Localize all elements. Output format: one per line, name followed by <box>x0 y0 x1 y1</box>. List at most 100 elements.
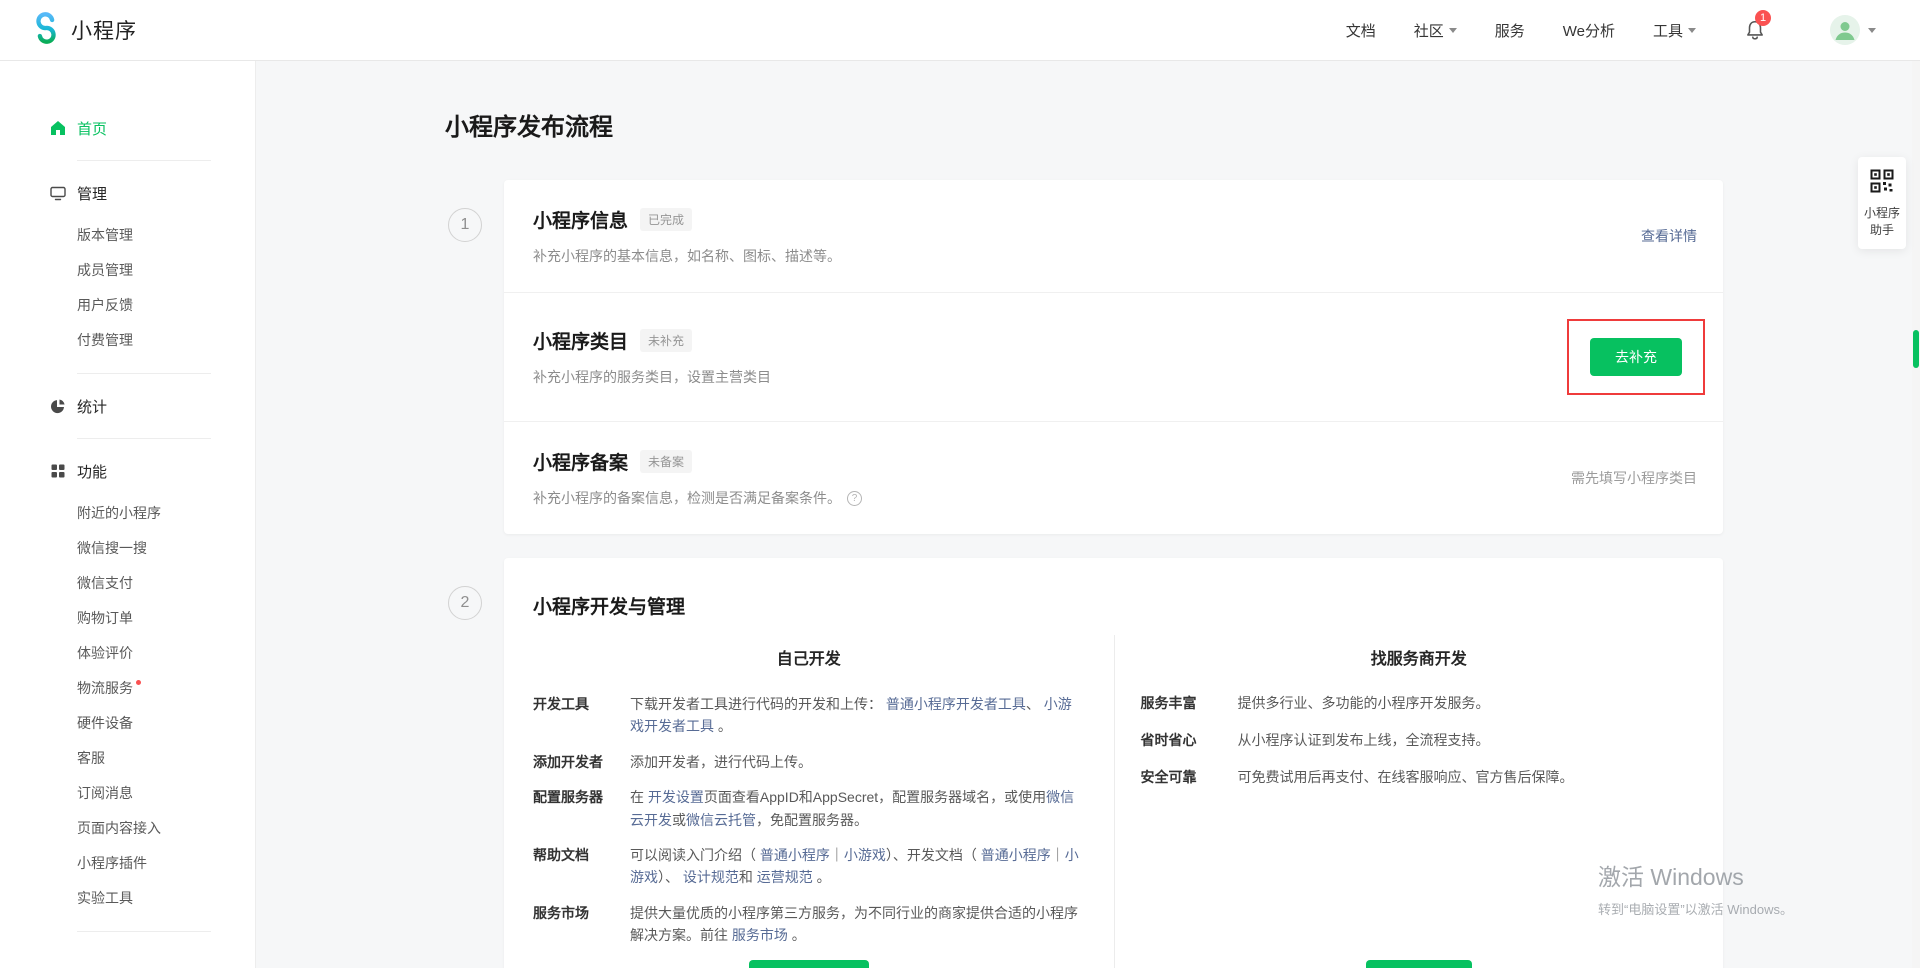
sidebar-item-wechat-search[interactable]: 微信搜一搜 <box>0 531 255 566</box>
status-badge-not-filed: 未备案 <box>640 450 692 473</box>
divider <box>77 160 211 161</box>
dev-row-label: 配置服务器 <box>533 786 630 831</box>
dev-row-label: 添加开发者 <box>533 751 630 773</box>
svc-row-rich-services: 服务丰富 提供多行业、多功能的小程序开发服务。 <box>1115 693 1724 714</box>
sidebar-item-payment-management[interactable]: 付费管理 <box>0 323 255 358</box>
assistant-label-line1: 小程序 <box>1864 205 1900 222</box>
sidebar-section-label: 统计 <box>77 396 107 417</box>
chevron-down-icon <box>1449 28 1457 33</box>
manage-icon <box>49 184 67 202</box>
service-provider-column: 找服务商开发 服务丰富 提供多行业、多功能的小程序开发服务。 省时省心 从小程序… <box>1114 635 1724 968</box>
flow-row-miniprogram-filing: 小程序备案 未备案 补充小程序的备案信息，检测是否满足备案条件。 ? 需先填写小… <box>504 422 1723 534</box>
nav-we-analytics[interactable]: We分析 <box>1563 20 1615 41</box>
inline-link[interactable]: 普通小程序 <box>760 847 830 863</box>
miniprogram-logo[interactable]: 小程序 <box>30 12 137 49</box>
sidebar-item-page-content-access[interactable]: 页面内容接入 <box>0 811 255 846</box>
sidebar-item-label: 首页 <box>77 118 107 139</box>
self-development-title: 自己开发 <box>504 645 1114 669</box>
svc-row-time-saving: 省时省心 从小程序认证到发布上线，全流程支持。 <box>1115 730 1724 751</box>
grid-icon <box>49 462 67 480</box>
inline-link[interactable]: 服务市场 <box>732 927 788 943</box>
flow-row-desc: 补充小程序的服务类目，设置主营类目 <box>533 367 771 387</box>
go-now-button[interactable]: 立即前往 <box>1366 960 1472 968</box>
svc-row-desc: 从小程序认证到发布上线，全流程支持。 <box>1238 730 1694 751</box>
sidebar-item-user-feedback[interactable]: 用户反馈 <box>0 288 255 323</box>
sidebar-item-miniprogram-plugins[interactable]: 小程序插件 <box>0 846 255 881</box>
sidebar: 首页 管理 版本管理 成员管理 用户反馈 付费管理 统计 功能 附近的小程序 <box>0 61 256 968</box>
go-complete-category-button[interactable]: 去补充 <box>1590 338 1682 376</box>
sidebar-item-subscription-messages[interactable]: 订阅消息 <box>0 776 255 811</box>
main-content: 小程序发布流程 1 小程序信息 已完成 补充小程序的基本信息，如名称、图标、描述… <box>256 61 1920 968</box>
dev-row-desc: 在 开发设置页面查看AppID和AppSecret，配置服务器域名，或使用微信云… <box>630 786 1084 831</box>
sidebar-section-statistics[interactable]: 统计 <box>0 389 255 423</box>
flow-row-desc: 补充小程序的备案信息，检测是否满足备案条件。 ? <box>533 488 862 508</box>
inline-link[interactable]: 小游戏 <box>844 847 886 863</box>
add-developer-button[interactable]: 添加开发者 <box>749 960 869 968</box>
service-provider-title: 找服务商开发 <box>1115 645 1724 669</box>
sidebar-item-logistics-service[interactable]: 物流服务 <box>0 671 255 706</box>
status-badge-completed: 已完成 <box>640 208 692 231</box>
sidebar-item-home[interactable]: 首页 <box>0 111 255 145</box>
account-menu[interactable] <box>1830 15 1876 45</box>
sidebar-item-hardware-devices[interactable]: 硬件设备 <box>0 706 255 741</box>
view-details-link[interactable]: 查看详情 <box>1641 226 1697 246</box>
assistant-label: 小程序 助手 <box>1864 205 1900 239</box>
prerequisite-note: 需先填写小程序类目 <box>1571 468 1697 488</box>
miniprogram-assistant-widget[interactable]: 小程序 助手 <box>1858 157 1906 249</box>
dev-row-service-market: 服务市场 提供大量优质的小程序第三方服务，为不同行业的商家提供合适的小程序解决方… <box>504 902 1114 947</box>
new-indicator-dot <box>136 680 141 685</box>
svc-row-desc: 可免费试用后再支付、在线客服响应、官方售后保障。 <box>1238 767 1694 788</box>
sidebar-section-features[interactable]: 功能 <box>0 454 255 488</box>
publish-flow-card: 小程序信息 已完成 补充小程序的基本信息，如名称、图标、描述等。 查看详情 小程… <box>504 180 1723 534</box>
inline-link[interactable]: 设计规范 <box>683 869 739 885</box>
sidebar-section-manage[interactable]: 管理 <box>0 176 255 210</box>
nav-tools-label: 工具 <box>1653 20 1683 41</box>
self-development-column: 自己开发 开发工具 下载开发者工具进行代码的开发和上传： 普通小程序开发者工具、… <box>504 635 1114 968</box>
inline-link[interactable]: 普通小程序开发者工具 <box>886 696 1026 712</box>
step-1: 1 小程序信息 已完成 补充小程序的基本信息，如名称、图标、描述等。 查看详情 <box>448 180 1723 534</box>
divider <box>77 438 211 439</box>
chevron-down-icon <box>1688 28 1696 33</box>
logo-text: 小程序 <box>71 15 137 45</box>
page-body: 首页 管理 版本管理 成员管理 用户反馈 付费管理 统计 功能 附近的小程序 <box>0 61 1920 968</box>
dev-row-desc: 下载开发者工具进行代码的开发和上传： 普通小程序开发者工具、 小游戏开发者工具 … <box>630 693 1084 738</box>
svc-row-label: 服务丰富 <box>1141 693 1238 714</box>
header-nav: 文档 社区 服务 We分析 工具 1 <box>1346 15 1876 45</box>
inline-link[interactable]: 运营规范 <box>757 869 813 885</box>
nav-docs[interactable]: 文档 <box>1346 20 1376 41</box>
nav-services[interactable]: 服务 <box>1495 20 1525 41</box>
avatar <box>1830 15 1860 45</box>
dev-row-desc: 可以阅读入门介绍（ 普通小程序｜小游戏）、开发文档（ 普通小程序｜小游戏）、 设… <box>630 844 1084 889</box>
info-icon[interactable]: ? <box>847 491 862 506</box>
nav-community-label: 社区 <box>1414 20 1444 41</box>
flow-row-desc-text: 补充小程序的备案信息，检测是否满足备案条件。 <box>533 488 841 508</box>
scrollbar-thumb[interactable] <box>1913 330 1919 368</box>
inline-link[interactable]: 开发设置 <box>648 789 704 805</box>
sidebar-item-nearby-miniprogram[interactable]: 附近的小程序 <box>0 496 255 531</box>
sidebar-item-shopping-orders[interactable]: 购物订单 <box>0 601 255 636</box>
sidebar-item-experiment-tools[interactable]: 实验工具 <box>0 881 255 916</box>
sidebar-item-experience-rating[interactable]: 体验评价 <box>0 636 255 671</box>
nav-community[interactable]: 社区 <box>1414 20 1457 41</box>
nav-services-label: 服务 <box>1495 20 1525 41</box>
inline-link[interactable]: 微信云托管 <box>686 812 756 828</box>
assistant-label-line2: 助手 <box>1864 222 1900 239</box>
dev-row-label: 开发工具 <box>533 693 630 738</box>
dev-row-help-docs: 帮助文档 可以阅读入门介绍（ 普通小程序｜小游戏）、开发文档（ 普通小程序｜小游… <box>504 844 1114 889</box>
dev-row-tools: 开发工具 下载开发者工具进行代码的开发和上传： 普通小程序开发者工具、 小游戏开… <box>504 693 1114 738</box>
sidebar-section-label: 管理 <box>77 183 107 204</box>
sidebar-section-label: 功能 <box>77 461 107 482</box>
status-badge-incomplete: 未补充 <box>640 329 692 352</box>
sidebar-item-wechat-pay[interactable]: 微信支付 <box>0 566 255 601</box>
sidebar-item-member-management[interactable]: 成员管理 <box>0 253 255 288</box>
top-header: 小程序 文档 社区 服务 We分析 工具 1 <box>0 0 1920 61</box>
development-card-title: 小程序开发与管理 <box>504 592 1723 619</box>
svc-row-desc: 提供多行业、多功能的小程序开发服务。 <box>1238 693 1694 714</box>
svc-row-label: 安全可靠 <box>1141 767 1238 788</box>
nav-tools[interactable]: 工具 <box>1653 20 1696 41</box>
sidebar-item-version-management[interactable]: 版本管理 <box>0 218 255 253</box>
sidebar-item-customer-service[interactable]: 客服 <box>0 741 255 776</box>
inline-link[interactable]: 普通小程序 <box>981 847 1051 863</box>
notification-bell-button[interactable]: 1 <box>1744 19 1766 41</box>
home-icon <box>49 119 67 137</box>
